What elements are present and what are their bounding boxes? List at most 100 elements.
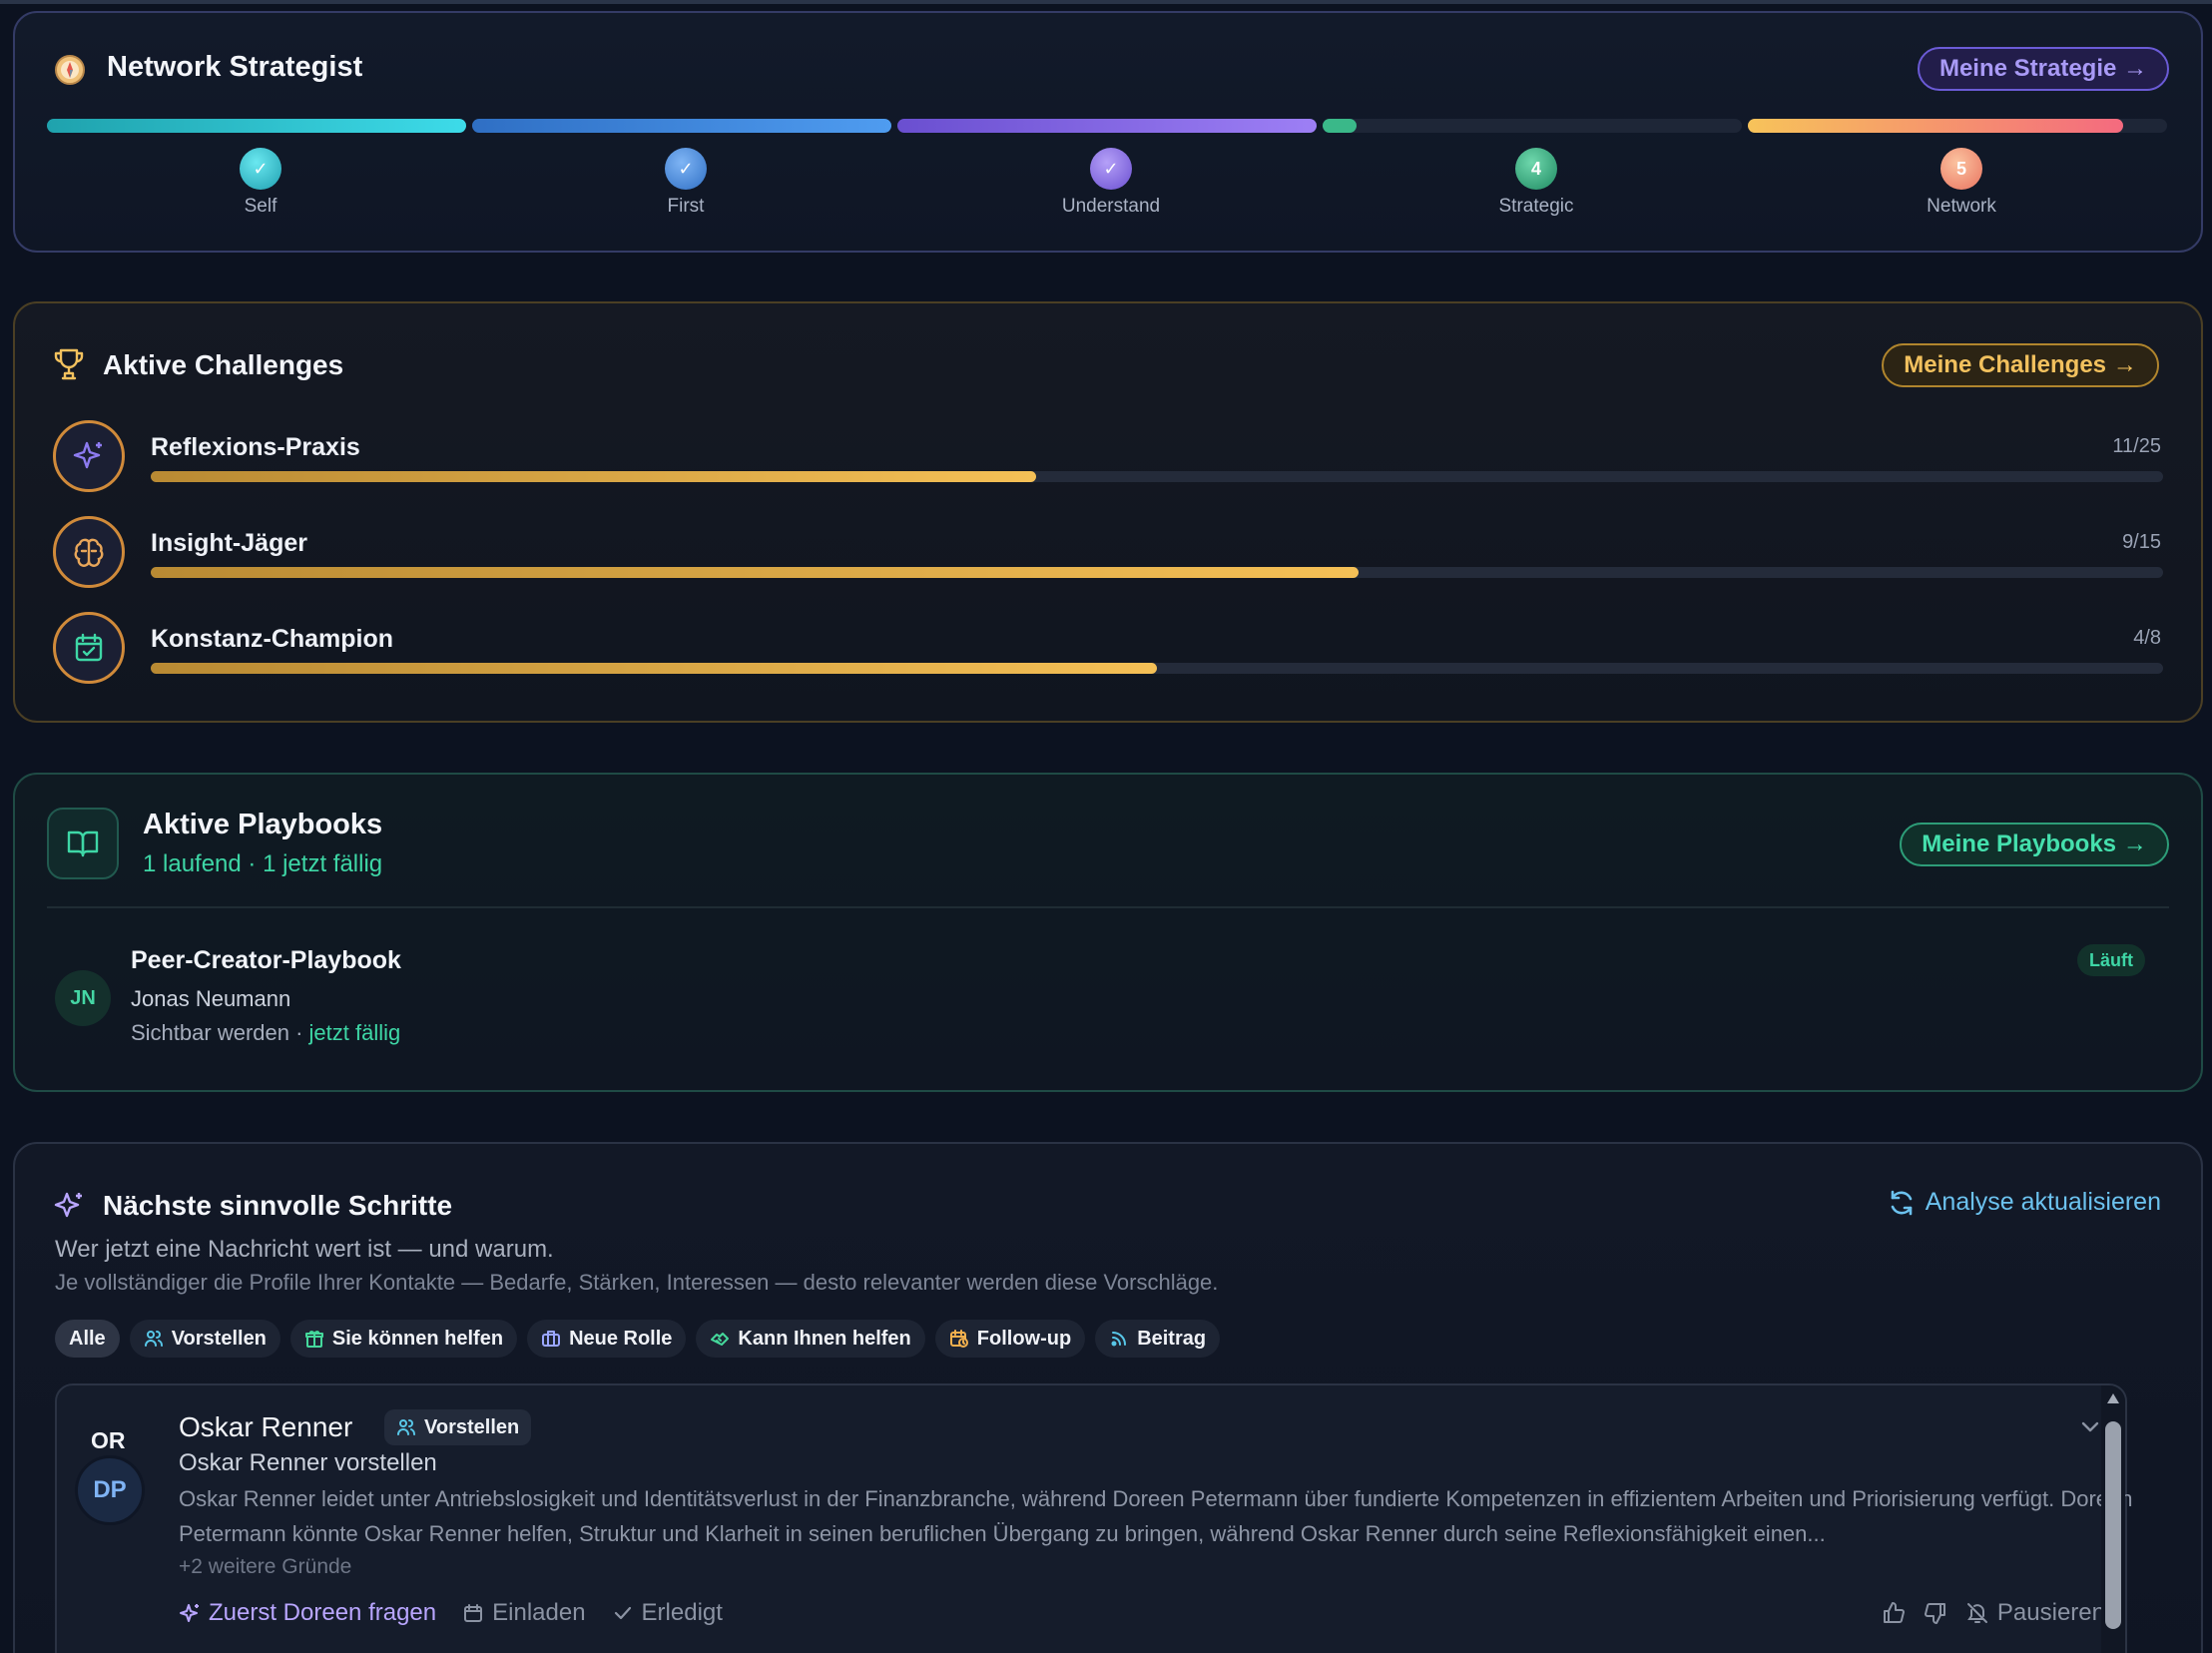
- chip-label: Vorstellen: [171, 1327, 267, 1350]
- badge-label: Vorstellen: [424, 1415, 520, 1438]
- card-title: Nächste sinnvolle Schritte: [103, 1190, 453, 1221]
- challenge-progress: [151, 567, 2163, 578]
- challenge-count: 9/15: [2122, 531, 2161, 553]
- check-icon: [614, 1606, 631, 1620]
- my-challenges-button[interactable]: Meine Challenges →: [1882, 343, 2159, 387]
- briefcase-icon: [542, 1331, 561, 1347]
- chip-label: Follow-up: [976, 1327, 1072, 1350]
- calendar-icon: [464, 1604, 483, 1622]
- scrollbar[interactable]: [2101, 1385, 2125, 1653]
- invite-button[interactable]: Einladen: [462, 1599, 586, 1627]
- step-marker-strategic: 4: [1515, 148, 1557, 190]
- suggestion-card[interactable]: OR DP Oskar Renner Vorstellen Oskar Renn…: [55, 1383, 2132, 1653]
- status-badge: Läuft: [2077, 944, 2145, 976]
- filter-chip-new-role[interactable]: Neue Rolle: [527, 1320, 687, 1358]
- book-open-icon: [67, 830, 99, 857]
- done-button[interactable]: Erledigt: [612, 1599, 723, 1627]
- next-steps-card: Nächste sinnvolle Schritte Analyse aktua…: [13, 1142, 2203, 1653]
- step-label-understand: Understand: [1061, 196, 1161, 217]
- playbook-name[interactable]: Peer-Creator-Playbook: [131, 946, 401, 975]
- scroll-thumb[interactable]: [2105, 1421, 2121, 1629]
- sparkle-icon: [54, 1192, 82, 1218]
- avatar: JN: [55, 970, 111, 1026]
- my-strategy-button[interactable]: Meine Strategie →: [1918, 47, 2169, 91]
- separator: ·: [288, 1020, 309, 1045]
- playbook-phase: Sichtbar werden · jetzt fällig: [131, 1020, 400, 1046]
- my-playbooks-button[interactable]: Meine Playbooks →: [1900, 823, 2169, 866]
- challenge-badge: [53, 516, 125, 588]
- handshake-icon: [711, 1333, 730, 1346]
- phase-bar-network: [1748, 119, 2167, 133]
- section-hint: Je vollständiger die Profile Ihrer Konta…: [55, 1270, 1219, 1295]
- refresh-icon: [1891, 1190, 1913, 1215]
- filter-chip-introduce[interactable]: Vorstellen: [129, 1320, 280, 1358]
- playbook-badge: [47, 808, 119, 879]
- network-strategist-card: Network Strategist Meine Strategie → ✓ S…: [13, 11, 2203, 253]
- bell-off-icon: [1966, 1603, 1987, 1623]
- suggestion-reason: Oskar Renner leidet unter Antriebslosigk…: [179, 1486, 2133, 1546]
- phase-bar-understand: [897, 119, 1317, 133]
- chevron-down-icon[interactable]: [2077, 1413, 2103, 1439]
- suggestion-actions: Zuerst Doreen fragen Einladen Erledigt: [179, 1599, 723, 1627]
- section-subtitle: Wer jetzt eine Nachricht wert ist — und …: [55, 1236, 554, 1263]
- challenge-name: Konstanz-Champion: [151, 625, 394, 653]
- challenge-count: 4/8: [2133, 627, 2161, 649]
- chip-label: Neue Rolle: [569, 1327, 673, 1350]
- filter-chips: Alle Vorstellen Sie können helfen Neue R…: [55, 1320, 1221, 1358]
- phase-bar-strategic: [1323, 119, 1742, 133]
- thumbs-up-icon[interactable]: [1882, 1601, 1906, 1625]
- chip-label: Kann Ihnen helfen: [738, 1327, 911, 1350]
- users-icon: [144, 1331, 163, 1347]
- step-marker-first: ✓: [665, 148, 707, 190]
- ask-first-label: Zuerst Doreen fragen: [209, 1599, 437, 1626]
- due-label: jetzt fällig: [308, 1020, 401, 1045]
- filter-chip-post[interactable]: Beitrag: [1095, 1320, 1221, 1358]
- challenge-badge: [53, 612, 125, 684]
- brain-icon: [74, 538, 104, 567]
- challenge-name: Reflexions-Praxis: [151, 433, 360, 461]
- step-label-self: Self: [244, 196, 277, 217]
- pause-button[interactable]: Pausieren: [1965, 1599, 2105, 1627]
- step-label-strategic: Strategic: [1498, 196, 1574, 217]
- done-label: Erledigt: [641, 1599, 723, 1626]
- contact-name[interactable]: Oskar Renner: [179, 1411, 352, 1443]
- step-marker-self: ✓: [240, 148, 281, 190]
- users-icon: [397, 1419, 415, 1435]
- compass-icon: [55, 55, 85, 85]
- ask-first-button[interactable]: Zuerst Doreen fragen: [179, 1599, 436, 1627]
- playbooks-summary: 1 laufend · 1 jetzt fällig: [143, 850, 383, 877]
- sparkle-icon: [73, 441, 102, 469]
- playbook-contact: Jonas Neumann: [131, 986, 291, 1011]
- rss-icon: [1111, 1332, 1127, 1347]
- sparkle-icon: [180, 1604, 199, 1622]
- phase-bar-self: [47, 119, 466, 133]
- refresh-analysis-button[interactable]: Analyse aktualisieren: [1888, 1188, 2161, 1217]
- scroll-up-arrow[interactable]: [2107, 1393, 2119, 1403]
- thumbs-down-icon[interactable]: [1924, 1601, 1947, 1625]
- challenge-progress: [151, 663, 2163, 674]
- avatar-primary: OR: [91, 1427, 126, 1453]
- filter-chip-can-help-you[interactable]: Kann Ihnen helfen: [696, 1320, 925, 1358]
- filter-chip-follow-up[interactable]: Follow-up: [934, 1320, 1086, 1358]
- pause-label: Pausieren: [1996, 1599, 2105, 1626]
- active-challenges-card: Aktive Challenges Meine Challenges → Ref…: [13, 301, 2203, 723]
- step-marker-network: 5: [1940, 148, 1982, 190]
- step-label-first: First: [667, 196, 705, 217]
- trophy-icon: [54, 348, 84, 380]
- suggestion-title: Oskar Renner vorstellen: [179, 1449, 437, 1476]
- calendar-clock-icon: [949, 1330, 968, 1348]
- type-badge: Vorstellen: [384, 1409, 532, 1445]
- card-title: Network Strategist: [107, 51, 363, 83]
- challenge-count: 11/25: [2112, 435, 2161, 457]
- challenge-badge: [53, 420, 125, 492]
- filter-chip-all[interactable]: Alle: [55, 1320, 120, 1358]
- avatar-secondary: DP: [75, 1455, 145, 1525]
- feedback-actions: Pausieren: [1882, 1599, 2105, 1627]
- calendar-check-icon: [75, 633, 103, 662]
- gift-icon: [304, 1331, 323, 1348]
- filter-chip-you-can-help[interactable]: Sie können helfen: [289, 1320, 518, 1358]
- step-marker-understand: ✓: [1090, 148, 1132, 190]
- chip-label: Beitrag: [1137, 1327, 1207, 1350]
- more-reasons-link[interactable]: +2 weitere Gründe: [179, 1555, 351, 1579]
- step-label-network: Network: [1927, 196, 1996, 217]
